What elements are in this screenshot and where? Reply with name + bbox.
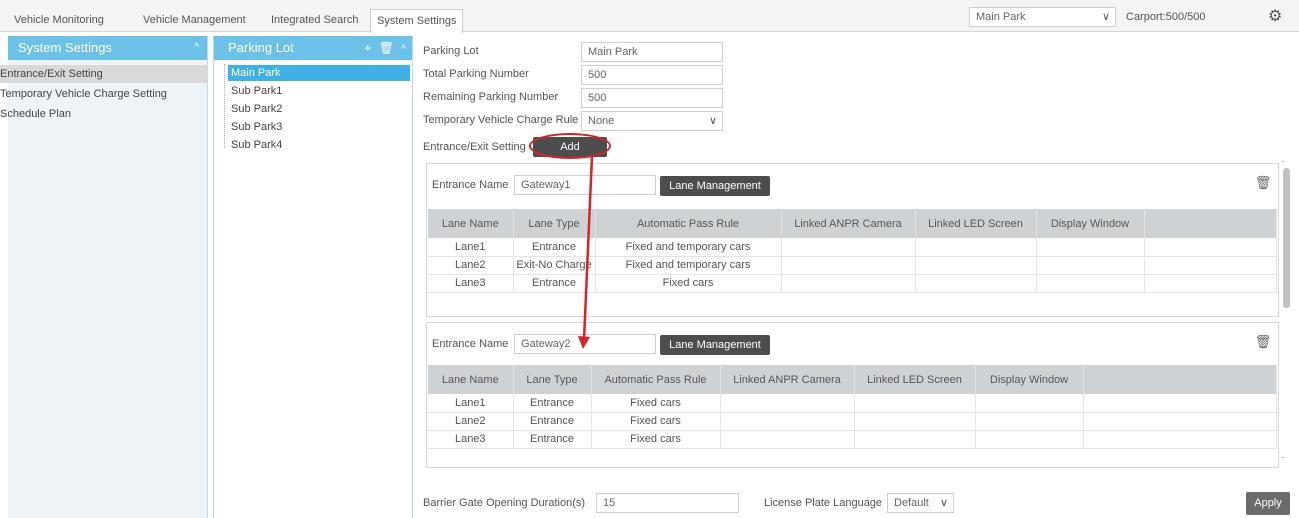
plate-language-value: Default <box>894 497 929 509</box>
chevron-down-icon: ∨ <box>939 497 948 509</box>
plate-language-select[interactable]: Default ∨ <box>887 493 954 513</box>
barrier-duration-field[interactable]: 15 <box>596 493 739 513</box>
barrier-duration-label: Barrier Gate Opening Duration(s) <box>423 497 586 509</box>
apply-button[interactable]: Apply <box>1246 492 1290 515</box>
plate-language-label: License Plate Language <box>764 497 883 509</box>
annotation-arrow <box>578 155 594 349</box>
